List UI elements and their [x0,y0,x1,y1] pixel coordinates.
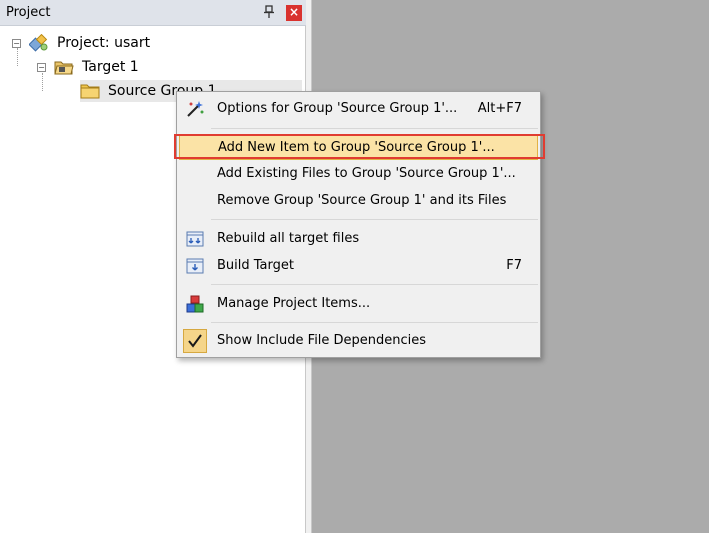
menu-separator [211,322,538,323]
menu-item-add-existing-files[interactable]: Add Existing Files to Group 'Source Grou… [179,161,538,187]
menu-shortcut: Alt+F7 [477,101,522,116]
menu-item-remove-group[interactable]: Remove Group 'Source Group 1' and its Fi… [179,188,538,214]
panel-title: Project [6,5,51,20]
build-icon [185,256,205,276]
target-label: Target 1 [82,59,139,75]
collapse-icon[interactable]: − [37,62,46,72]
pin-icon[interactable] [263,5,275,19]
annotation-highlight-box [174,134,545,159]
project-label: Project: usart [57,35,151,51]
menu-label: Remove Group 'Source Group 1' and its Fi… [217,193,507,208]
rebuild-icon [185,229,205,249]
menu-separator [211,128,538,129]
menu-item-rebuild-all[interactable]: Rebuild all target files [179,226,538,252]
menu-label: Show Include File Dependencies [217,333,427,348]
close-panel-button[interactable]: × [286,5,302,21]
context-menu: Options for Group 'Source Group 1'... Al… [176,91,541,358]
menu-item-build-target[interactable]: Build Target F7 [179,253,538,279]
menu-item-options-for-group[interactable]: Options for Group 'Source Group 1'... Al… [179,96,538,122]
collapse-icon[interactable]: − [12,38,21,48]
tree-item-project[interactable]: − Project: usart [12,32,150,54]
manage-items-icon [185,294,205,314]
menu-label: Manage Project Items... [217,296,371,311]
tree-item-target[interactable]: − Target 1 [37,56,139,78]
menu-label: Build Target [217,258,294,273]
menu-label: Add Existing Files to Group 'Source Grou… [217,166,516,181]
folder-icon [80,83,100,99]
menu-shortcut: F7 [506,258,522,273]
checkmark-icon [183,329,207,353]
panel-header: Project × [0,0,306,26]
menu-label: Options for Group 'Source Group 1'... [217,101,458,116]
folder-open-icon [54,58,74,76]
project-icon [28,33,49,52]
menu-item-manage-project-items[interactable]: Manage Project Items... [179,291,538,317]
menu-separator [211,219,538,220]
menu-label: Rebuild all target files [217,231,360,246]
magic-wand-icon [185,99,205,119]
menu-separator [211,284,538,285]
menu-item-show-include-dependencies[interactable]: Show Include File Dependencies [179,328,538,354]
